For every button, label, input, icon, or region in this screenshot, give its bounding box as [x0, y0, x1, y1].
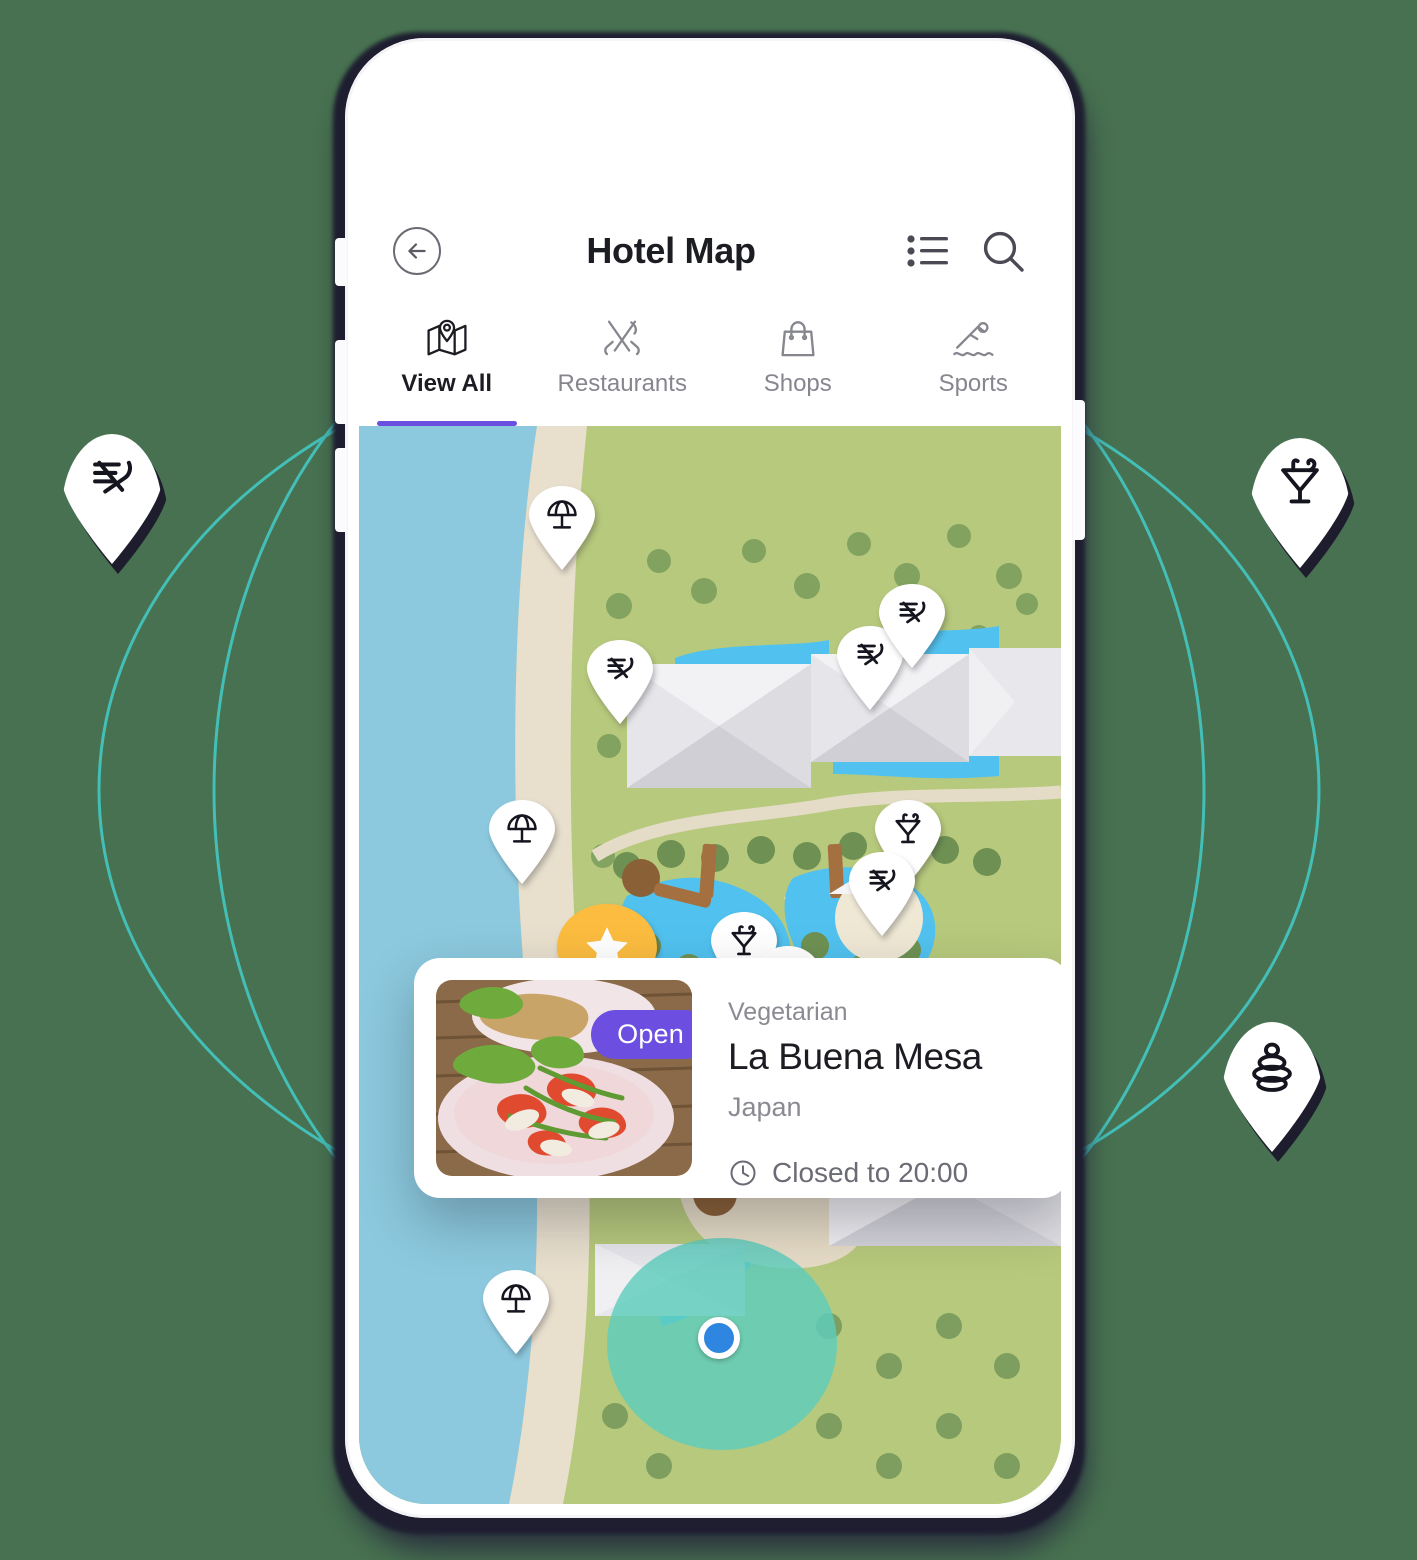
- place-cuisine: Japan: [728, 1092, 802, 1122]
- fork-knife-icon: [607, 657, 634, 680]
- map-marker-umbrella[interactable]: [529, 486, 595, 570]
- phone-mute-button[interactable]: [335, 238, 347, 286]
- shopping-bag-icon: [776, 316, 820, 362]
- map-marker-restaurant[interactable]: [879, 584, 945, 668]
- tab-sports[interactable]: Sports: [886, 310, 1062, 426]
- place-info-card[interactable]: Open Vegetarian La Buena Mesa Japan Clos…: [414, 958, 1061, 1198]
- floating-pin-spa[interactable]: [1222, 1022, 1322, 1152]
- map-marker-restaurant[interactable]: [849, 852, 915, 936]
- list-view-button[interactable]: [907, 232, 949, 270]
- tab-view-all[interactable]: View All: [359, 310, 535, 426]
- cocktail-icon: [1281, 458, 1319, 504]
- beach-umbrella-icon: [501, 1284, 531, 1313]
- phone-volume-down-button[interactable]: [335, 448, 347, 532]
- back-button[interactable]: [393, 227, 441, 275]
- place-name: La Buena Mesa: [728, 1036, 982, 1077]
- tab-label: Shops: [763, 370, 832, 397]
- map-pin-fold-icon: [424, 316, 470, 362]
- app-screen: Hotel Map View All Restaurants Shops Spo…: [359, 52, 1061, 1504]
- cocktail-icon: [895, 813, 921, 844]
- user-location-dot[interactable]: [698, 1317, 740, 1359]
- tab-label: Sports: [938, 370, 1008, 397]
- search-button[interactable]: [979, 227, 1027, 275]
- app-bar-actions: [907, 227, 1027, 275]
- page-title: Hotel Map: [586, 230, 756, 271]
- place-hours-row: Closed to 20:00: [728, 1157, 1047, 1189]
- tab-shops[interactable]: Shops: [710, 310, 886, 426]
- arrow-left-icon: [408, 243, 426, 259]
- fork-knife-icon: [93, 460, 133, 494]
- fork-knife-icon: [899, 601, 926, 624]
- place-hours-text: Closed to 20:00: [772, 1157, 969, 1188]
- fork-knife-icon: [599, 316, 645, 362]
- phone-volume-up-button[interactable]: [335, 340, 347, 424]
- place-details: Vegetarian La Buena Mesa Japan Closed to…: [692, 980, 1047, 1188]
- tab-label: Restaurants: [557, 370, 687, 397]
- category-tabs: View All Restaurants Shops Sports: [359, 310, 1061, 426]
- place-thumbnail: Open: [436, 980, 692, 1176]
- place-category: Vegetarian: [728, 998, 848, 1026]
- spa-stones-icon: [1252, 1042, 1292, 1092]
- fork-knife-icon: [869, 869, 896, 892]
- beach-umbrella-icon: [507, 814, 537, 843]
- floating-pin-drinks[interactable]: [1250, 438, 1350, 568]
- map-marker-restaurant[interactable]: [587, 640, 653, 724]
- app-bar: Hotel Map: [359, 192, 1061, 310]
- tab-label: View All: [401, 370, 493, 397]
- phone-power-button[interactable]: [1073, 400, 1085, 540]
- map-marker-umbrella[interactable]: [483, 1270, 549, 1354]
- search-icon: [983, 231, 1024, 272]
- status-badge: Open: [591, 1010, 692, 1059]
- tab-restaurants[interactable]: Restaurants: [535, 310, 711, 426]
- map-marker-umbrella[interactable]: [489, 800, 555, 884]
- swimmer-icon: [950, 316, 996, 362]
- floating-pin-restaurants[interactable]: [62, 434, 162, 564]
- list-icon: [907, 235, 948, 267]
- beach-umbrella-icon: [547, 500, 577, 529]
- clock-icon: [730, 1160, 756, 1186]
